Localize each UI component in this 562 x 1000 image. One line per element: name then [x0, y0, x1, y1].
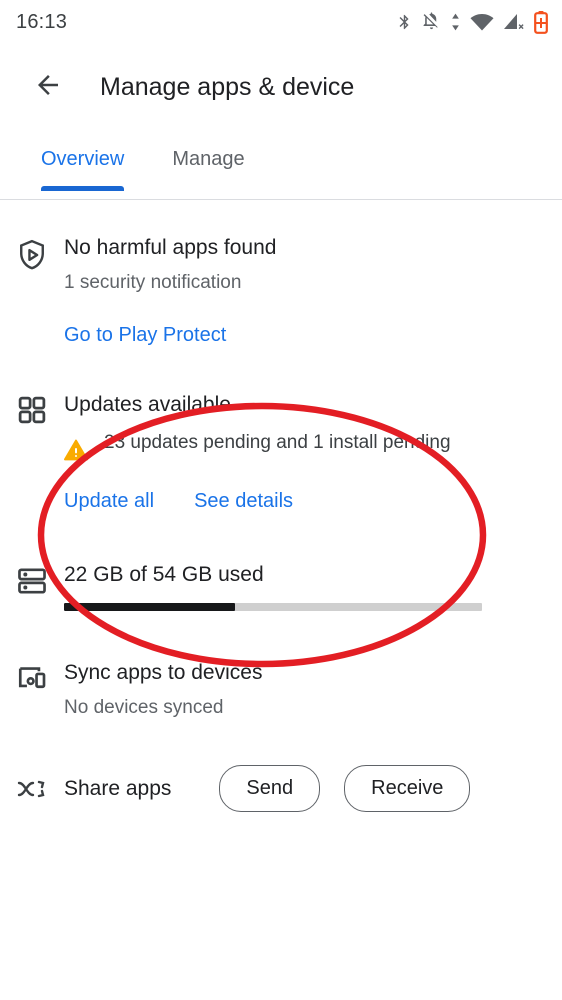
receive-button[interactable]: Receive: [344, 765, 471, 812]
share-apps-row[interactable]: Share apps Send Receive: [0, 741, 562, 830]
sync-apps-body: Sync apps to devices No devices synced: [64, 659, 542, 723]
tab-overview[interactable]: Overview: [41, 130, 125, 191]
share-apps-buttons: Send Receive: [219, 765, 471, 812]
play-protect-body: No harmful apps found 1 security notific…: [64, 234, 542, 347]
updates-subtitle: 23 updates pending and 1 install pending: [104, 432, 451, 453]
tab-manage[interactable]: Manage: [172, 130, 244, 171]
share-apps-body: Share apps Send Receive: [64, 765, 542, 812]
page-title: Manage apps & device: [100, 72, 355, 101]
warning-triangle-icon: [64, 427, 88, 466]
apps-grid-icon: [0, 391, 64, 425]
updates-title: Updates available: [64, 393, 231, 416]
updates-warning-line: 23 updates pending and 1 install pending: [64, 427, 542, 466]
send-button[interactable]: Send: [219, 765, 321, 812]
see-details-link[interactable]: See details: [194, 490, 293, 513]
play-protect-title: No harmful apps found: [64, 236, 277, 259]
storage-icon: [0, 561, 64, 597]
overview-list: No harmful apps found 1 security notific…: [0, 200, 562, 830]
status-bar: 16:13: [0, 0, 562, 44]
status-bar-clock: 16:13: [16, 10, 68, 33]
devices-icon: [0, 659, 64, 695]
bluetooth-icon: [396, 12, 413, 32]
sync-apps-subtitle: No devices synced: [64, 697, 224, 718]
updates-available-row[interactable]: Updates available 23 updates pending and…: [0, 365, 562, 531]
sync-apps-row[interactable]: Sync apps to devices No devices synced: [0, 629, 562, 741]
mobile-data-icon: [450, 12, 461, 32]
notifications-off-icon: [422, 12, 441, 32]
storage-title: 22 GB of 54 GB used: [64, 563, 264, 586]
update-all-link[interactable]: Update all: [64, 490, 154, 513]
cell-signal-off-icon: [503, 12, 525, 32]
play-protect-subtitle: 1 security notification: [64, 272, 242, 293]
play-protect-shield-icon: [0, 234, 64, 272]
updates-actions: Update all See details: [64, 490, 542, 513]
back-button[interactable]: [24, 63, 72, 111]
storage-progress-fill: [64, 603, 236, 611]
share-apps-title: Share apps: [64, 776, 172, 800]
app-bar: Manage apps & device: [0, 44, 562, 130]
go-to-play-protect-link[interactable]: Go to Play Protect: [64, 324, 226, 347]
tab-bar: Overview Manage: [0, 130, 562, 200]
nearby-share-icon: [0, 776, 64, 802]
battery-charging-icon: [534, 10, 548, 34]
storage-body: 22 GB of 54 GB used: [64, 561, 542, 611]
play-protect-row[interactable]: No harmful apps found 1 security notific…: [0, 216, 562, 365]
storage-progress-bar: [64, 603, 482, 611]
storage-row[interactable]: 22 GB of 54 GB used: [0, 531, 562, 629]
updates-body: Updates available 23 updates pending and…: [64, 391, 542, 513]
wifi-icon: [470, 12, 494, 32]
sync-apps-title: Sync apps to devices: [64, 661, 263, 684]
arrow-back-icon: [33, 70, 63, 105]
status-bar-icons: [396, 10, 548, 34]
